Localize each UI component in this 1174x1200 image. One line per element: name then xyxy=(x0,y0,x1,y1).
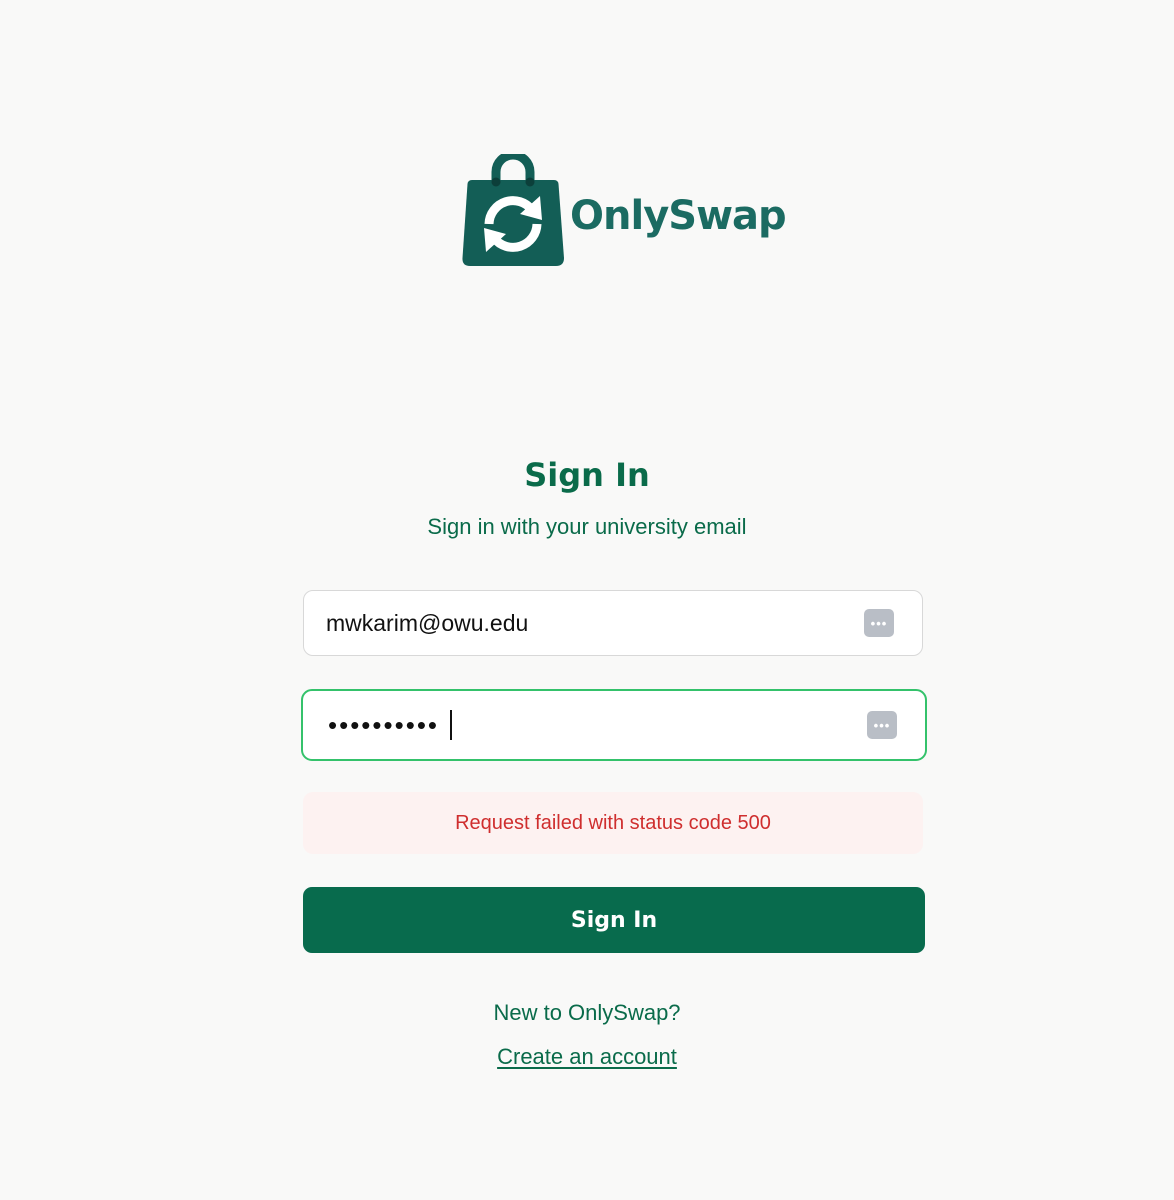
error-alert: Request failed with status code 500 xyxy=(303,792,923,854)
page-subtitle: Sign in with your university email xyxy=(427,514,747,539)
email-input[interactable] xyxy=(304,591,864,655)
password-manager-key-icon[interactable]: ••• xyxy=(867,711,897,739)
password-manager-key-icon[interactable]: ••• xyxy=(864,609,894,637)
page-title: Sign In xyxy=(524,456,650,494)
create-account-link[interactable]: Create an account xyxy=(497,1044,677,1069)
create-account-row: Create an account xyxy=(0,1044,1174,1070)
shopping-bag-swap-icon xyxy=(462,154,564,266)
new-user-prompt: New to OnlySwap? xyxy=(493,1000,681,1025)
sign-in-button[interactable]: Sign In xyxy=(303,887,925,953)
password-field[interactable]: ••• xyxy=(301,689,927,761)
email-field[interactable]: ••• xyxy=(303,590,923,656)
brand-logo: OnlySwap xyxy=(462,154,787,270)
brand-name: OnlySwap xyxy=(570,193,787,239)
error-message: Request failed with status code 500 xyxy=(455,811,771,834)
password-input[interactable] xyxy=(303,691,867,759)
text-caret xyxy=(450,710,452,740)
